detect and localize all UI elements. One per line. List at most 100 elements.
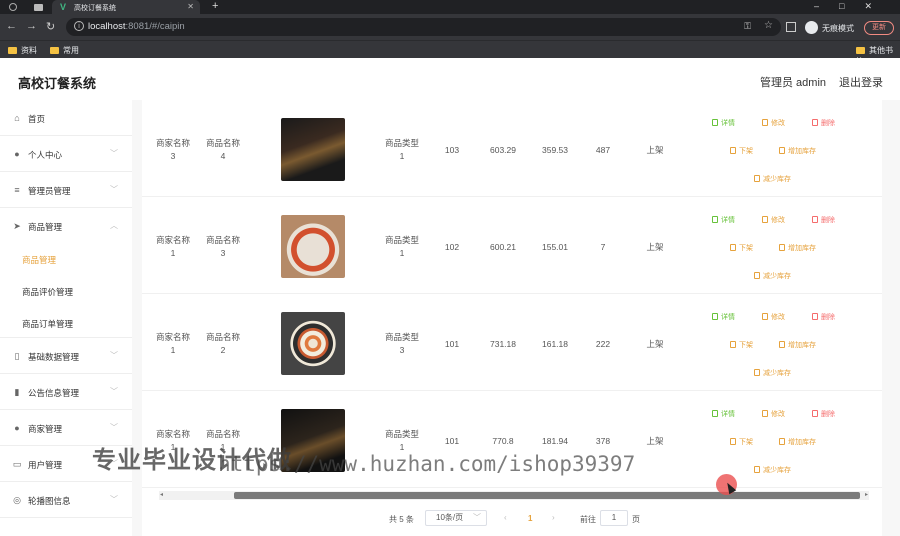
browser-tab-bar: V 高校订餐系统 ✕ + –□✕ xyxy=(0,0,900,14)
action-label: 修改 xyxy=(771,120,785,127)
delete-button[interactable]: 删除 xyxy=(812,409,835,419)
table-row: 商家名称 3 商品名称 4 商品类型 1 103 603.29 359.53 487 上架 详情 修改 删… xyxy=(142,100,882,197)
sidebar-item-profile[interactable]: ● 个人中心 ﹀ xyxy=(0,136,132,172)
reduce-stock-icon xyxy=(754,175,760,182)
edit-button[interactable]: 修改 xyxy=(762,215,785,225)
new-tab-icon[interactable]: + xyxy=(212,0,218,12)
add-stock-button[interactable]: 增加库存 xyxy=(779,437,816,447)
offshelf-icon xyxy=(730,438,736,445)
side-panel-icon[interactable] xyxy=(786,22,796,32)
add-stock-button[interactable]: 增加库存 xyxy=(779,243,816,253)
reduce-stock-button[interactable]: 减少库存 xyxy=(754,271,791,281)
bookmark-folder[interactable]: 常用 xyxy=(50,45,79,56)
bookmark-star-icon[interactable]: ☆ xyxy=(764,20,773,31)
reduce-stock-button[interactable]: 减少库存 xyxy=(754,368,791,378)
browser-menu-icon[interactable] xyxy=(9,3,17,11)
detail-button[interactable]: 详情 xyxy=(712,409,735,419)
offshelf-button[interactable]: 下架 xyxy=(730,340,753,350)
detail-icon xyxy=(712,119,718,126)
list-icon: ≡ xyxy=(14,185,20,195)
add-stock-button[interactable]: 增加库存 xyxy=(779,340,816,350)
action-label: 增加库存 xyxy=(788,148,816,155)
bookmark-folder[interactable]: 资料 xyxy=(8,45,37,56)
forward-icon[interactable]: → xyxy=(26,20,37,32)
reduce-stock-button[interactable]: 减少库存 xyxy=(754,465,791,475)
page-size-select[interactable]: 10条/页 ﹀ xyxy=(425,510,487,526)
scroll-right-icon[interactable]: ▸ xyxy=(865,491,868,498)
system-title: 高校订餐系统 xyxy=(18,76,97,91)
edit-button[interactable]: 修改 xyxy=(762,118,785,128)
logout-link[interactable]: 退出登录 xyxy=(839,74,883,90)
status-cell: 上架 xyxy=(646,145,664,155)
incognito-label: 无痕模式 xyxy=(822,24,854,33)
offshelf-icon xyxy=(730,244,736,251)
sidebar-item-notices[interactable]: ▮ 公告信息管理 ﹀ xyxy=(0,374,132,410)
page-number-current[interactable]: 1 xyxy=(528,514,532,523)
sidebar-item-products[interactable]: ➤ 商品管理 ︿ xyxy=(0,208,132,244)
reload-icon[interactable]: ↻ xyxy=(46,20,55,33)
sidebar-item-base-data[interactable]: ▯ 基础数据管理 ﹀ xyxy=(0,338,132,374)
chevron-down-icon: ﹀ xyxy=(110,387,118,396)
back-icon[interactable]: ← xyxy=(6,20,17,32)
scroll-left-icon[interactable]: ◂ xyxy=(160,491,163,498)
delete-button[interactable]: 删除 xyxy=(812,312,835,322)
detail-button[interactable]: 详情 xyxy=(712,215,735,225)
sidebar-subitem-product-reviews[interactable]: 商品评价管理 xyxy=(0,274,132,306)
edit-icon xyxy=(762,410,768,417)
product-image xyxy=(281,215,345,278)
update-button[interactable]: 更新 xyxy=(864,21,894,35)
detail-button[interactable]: 详情 xyxy=(712,118,735,128)
chevron-down-icon: ﹀ xyxy=(110,351,118,360)
number-cell: 102 xyxy=(444,242,460,252)
stock-cell: 487 xyxy=(595,145,611,155)
offshelf-button[interactable]: 下架 xyxy=(730,437,753,447)
edit-button[interactable]: 修改 xyxy=(762,409,785,419)
incognito-icon[interactable] xyxy=(805,21,818,34)
offshelf-button[interactable]: 下架 xyxy=(730,146,753,156)
sidebar-subitem-product-management[interactable]: 商品管理 xyxy=(0,242,132,274)
price-cell: 770.8 xyxy=(492,436,514,446)
delete-button[interactable]: 删除 xyxy=(812,118,835,128)
edit-icon xyxy=(762,313,768,320)
action-label: 删除 xyxy=(821,120,835,127)
sidebar-subitem-product-orders[interactable]: 商品订单管理 xyxy=(0,306,132,338)
delete-button[interactable]: 删除 xyxy=(812,215,835,225)
prev-page-icon[interactable]: ‹ xyxy=(504,513,507,522)
product-name-cell: 商品名称 2 xyxy=(205,332,240,355)
detail-button[interactable]: 详情 xyxy=(712,312,735,322)
sidebar-item-carousel[interactable]: ◎ 轮播图信息 ﹀ xyxy=(0,482,132,518)
tab-strip-icon[interactable] xyxy=(34,4,43,11)
number-cell: 103 xyxy=(444,145,460,155)
site-info-icon[interactable]: i xyxy=(74,21,84,31)
chevron-down-icon: ﹀ xyxy=(110,185,118,194)
url-bar[interactable]: i localhost:8081/#/caipin ⚿ ☆ xyxy=(66,18,781,36)
product-type-cell: 商品类型 1 xyxy=(384,235,419,258)
sidebar-item-admins[interactable]: ≡ 管理员管理 ﹀ xyxy=(0,172,132,208)
horizontal-scrollbar[interactable]: ◂ ▸ xyxy=(159,491,869,500)
pin-icon: ● xyxy=(14,423,20,433)
action-label: 修改 xyxy=(771,217,785,224)
key-icon[interactable]: ⚿ xyxy=(744,21,751,32)
offshelf-button[interactable]: 下架 xyxy=(730,243,753,253)
next-page-icon[interactable]: › xyxy=(552,513,555,522)
add-stock-button[interactable]: 增加库存 xyxy=(779,146,816,156)
window-controls[interactable]: –□✕ xyxy=(814,1,892,12)
add-stock-icon xyxy=(779,438,785,445)
reduce-stock-button[interactable]: 减少库存 xyxy=(754,174,791,184)
price-cell: 359.53 xyxy=(542,145,568,155)
product-image xyxy=(281,118,345,181)
window-icon: ▭ xyxy=(12,459,22,469)
goto-label: 前往 xyxy=(580,515,596,524)
close-tab-icon[interactable]: ✕ xyxy=(187,2,194,11)
edit-button[interactable]: 修改 xyxy=(762,312,785,322)
goto-page-input[interactable]: 1 xyxy=(600,510,628,526)
browser-tab[interactable]: V 高校订餐系统 ✕ xyxy=(52,0,200,14)
scrollbar-thumb[interactable] xyxy=(234,492,860,499)
delete-icon xyxy=(812,313,818,320)
bookmarks-bar: 资料 常用 其他书签 xyxy=(0,40,900,66)
sidebar-item-home[interactable]: ⌂ 首页 xyxy=(0,100,132,136)
action-label: 修改 xyxy=(771,314,785,321)
delete-icon xyxy=(812,119,818,126)
action-label: 增加库存 xyxy=(788,245,816,252)
url-text[interactable]: localhost:8081/#/caipin xyxy=(88,21,185,32)
